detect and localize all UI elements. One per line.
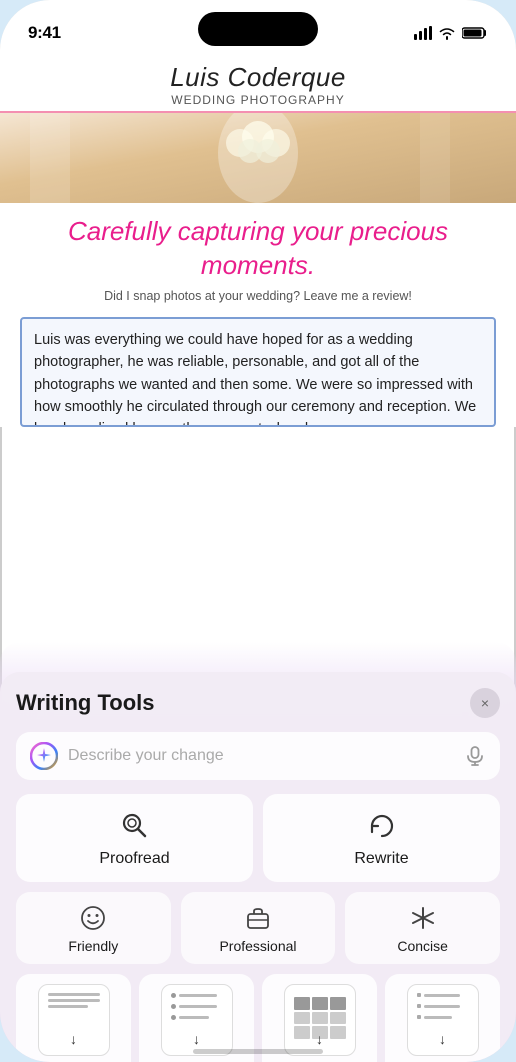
smiley-icon	[79, 904, 107, 932]
briefcase-icon	[244, 904, 272, 932]
list-button[interactable]: ↓ List	[385, 974, 500, 1062]
main-actions: Proofread Rewrite	[16, 794, 500, 882]
signal-icon	[414, 26, 432, 40]
site-header: Luis Coderque Wedding Photography	[0, 54, 516, 113]
summary-button[interactable]: ↓ Summary	[16, 974, 131, 1062]
home-indicator	[193, 1049, 323, 1054]
wifi-icon	[438, 26, 456, 40]
phone-frame: 9:41 Luis	[0, 0, 516, 1062]
status-icons	[414, 26, 488, 40]
rewrite-button[interactable]: Rewrite	[263, 794, 500, 882]
website-content: Luis Coderque Wedding Photography	[0, 54, 516, 427]
friendly-button[interactable]: Friendly	[16, 892, 171, 964]
proofread-button[interactable]: Proofread	[16, 794, 253, 882]
professional-label: Professional	[219, 938, 296, 954]
close-button[interactable]: ×	[470, 688, 500, 718]
proofread-label: Proofread	[99, 850, 169, 868]
asterisk-icon	[409, 904, 437, 932]
describe-placeholder: Describe your change	[68, 747, 454, 765]
keypoints-icon: ↓	[161, 984, 233, 1056]
site-cta: Did I snap photos at your wedding? Leave…	[0, 289, 516, 311]
dynamic-island	[198, 12, 318, 46]
rewrite-label: Rewrite	[354, 850, 408, 868]
site-name: Luis Coderque	[20, 62, 496, 93]
friendly-label: Friendly	[68, 938, 118, 954]
hero-image	[0, 113, 516, 203]
list-icon: ↓	[407, 984, 479, 1056]
concise-label: Concise	[397, 938, 448, 954]
site-subtitle: Wedding Photography	[20, 93, 496, 107]
writing-tools-panel: Writing Tools × Describe your ch	[0, 672, 516, 1062]
summary-icon: ↓	[38, 984, 110, 1056]
battery-icon	[462, 26, 488, 40]
panel-header: Writing Tools ×	[16, 688, 500, 718]
status-time: 9:41	[28, 23, 61, 43]
mic-icon[interactable]	[464, 745, 486, 767]
tone-actions: Friendly Professional Concise	[16, 892, 500, 964]
search-zoom-icon	[119, 810, 151, 842]
rewrite-icon	[366, 810, 398, 842]
panel-title: Writing Tools	[16, 690, 155, 716]
site-tagline: Carefully capturing your precious moment…	[0, 203, 516, 289]
ai-icon	[30, 742, 58, 770]
hero-illustration	[0, 113, 516, 203]
describe-input-row[interactable]: Describe your change	[16, 732, 500, 780]
table-icon: ↓	[284, 984, 356, 1056]
professional-button[interactable]: Professional	[181, 892, 336, 964]
concise-button[interactable]: Concise	[345, 892, 500, 964]
review-text-box[interactable]: Luis was everything we could have hoped …	[20, 317, 496, 427]
